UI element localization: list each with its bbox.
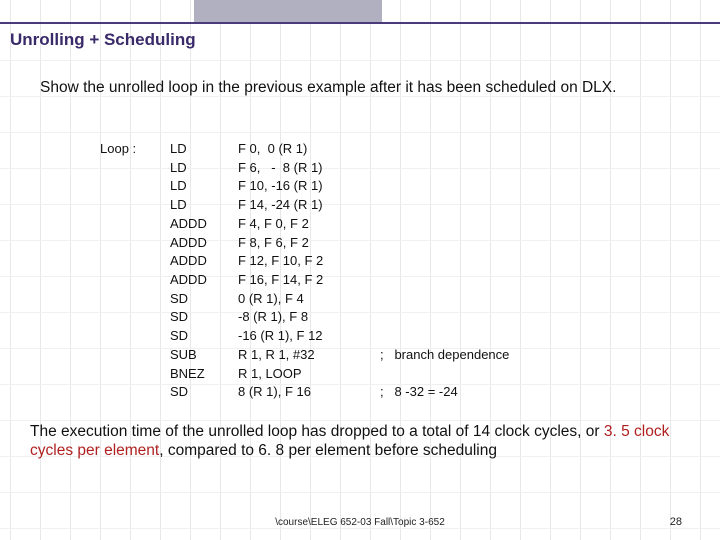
code-row: ADDDF 12, F 10, F 2 <box>100 252 509 271</box>
code-op: ADDD <box>170 234 238 253</box>
code-args: F 6, - 8 (R 1) <box>238 159 380 178</box>
code-op: BNEZ <box>170 365 238 384</box>
code-row: BNEZR 1, LOOP <box>100 365 509 384</box>
page-number: 28 <box>670 516 682 528</box>
code-args: F 12, F 10, F 2 <box>238 252 380 271</box>
code-row: LDF 6, - 8 (R 1) <box>100 159 509 178</box>
code-listing: Loop :LDF 0, 0 (R 1)LDF 6, - 8 (R 1)LDF … <box>100 140 509 402</box>
code-op: ADDD <box>170 271 238 290</box>
slide-title: Unrolling + Scheduling <box>10 30 196 50</box>
code-args: F 0, 0 (R 1) <box>238 140 380 159</box>
title-underline <box>0 22 720 24</box>
conclusion-text: The execution time of the unrolled loop … <box>30 422 690 461</box>
code-row: ADDDF 4, F 0, F 2 <box>100 215 509 234</box>
code-op: LD <box>170 177 238 196</box>
code-row: SD-16 (R 1), F 12 <box>100 327 509 346</box>
code-args: 0 (R 1), F 4 <box>238 290 380 309</box>
code-op: SUB <box>170 346 238 365</box>
code-row: Loop :LDF 0, 0 (R 1) <box>100 140 509 159</box>
code-args: R 1, LOOP <box>238 365 380 384</box>
code-row: SD-8 (R 1), F 8 <box>100 308 509 327</box>
intro-text: Show the unrolled loop in the previous e… <box>40 78 680 98</box>
code-op: LD <box>170 196 238 215</box>
code-op: LD <box>170 159 238 178</box>
code-label: Loop : <box>100 140 170 159</box>
code-row: SD0 (R 1), F 4 <box>100 290 509 309</box>
code-args: 8 (R 1), F 16 <box>238 383 380 402</box>
code-op: SD <box>170 290 238 309</box>
conclusion-part2: , compared to 6. 8 per element before sc… <box>159 442 497 459</box>
top-accent-bar <box>194 0 382 22</box>
code-op: SD <box>170 327 238 346</box>
code-op: ADDD <box>170 252 238 271</box>
code-args: F 16, F 14, F 2 <box>238 271 380 290</box>
code-args: F 10, -16 (R 1) <box>238 177 380 196</box>
code-args: F 14, -24 (R 1) <box>238 196 380 215</box>
code-args: F 8, F 6, F 2 <box>238 234 380 253</box>
code-args: -8 (R 1), F 8 <box>238 308 380 327</box>
code-comment: ; 8 -32 = -24 <box>380 383 458 402</box>
code-row: ADDDF 8, F 6, F 2 <box>100 234 509 253</box>
code-args: -16 (R 1), F 12 <box>238 327 380 346</box>
code-row: SUBR 1, R 1, #32; branch dependence <box>100 346 509 365</box>
conclusion-part1: The execution time of the unrolled loop … <box>30 423 604 440</box>
code-args: R 1, R 1, #32 <box>238 346 380 365</box>
code-comment: ; branch dependence <box>380 346 509 365</box>
code-op: SD <box>170 383 238 402</box>
code-op: ADDD <box>170 215 238 234</box>
code-row: SD8 (R 1), F 16; 8 -32 = -24 <box>100 383 509 402</box>
footer-path: \course\ELEG 652-03 Fall\Topic 3-652 <box>0 517 720 528</box>
code-row: ADDDF 16, F 14, F 2 <box>100 271 509 290</box>
code-op: LD <box>170 140 238 159</box>
code-args: F 4, F 0, F 2 <box>238 215 380 234</box>
code-row: LDF 14, -24 (R 1) <box>100 196 509 215</box>
code-op: SD <box>170 308 238 327</box>
code-row: LDF 10, -16 (R 1) <box>100 177 509 196</box>
